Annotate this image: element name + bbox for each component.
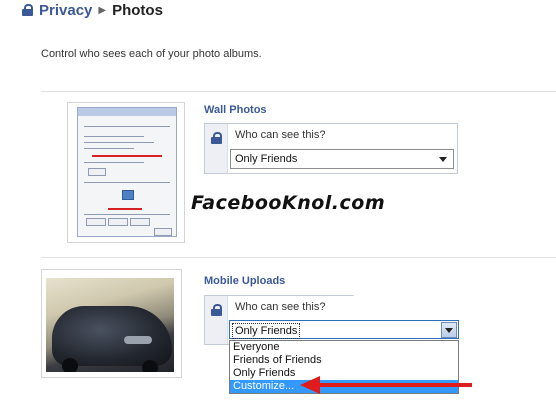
privacy-question-label: Who can see this?	[235, 301, 326, 313]
dropdown-option-friends-of-friends[interactable]: Friends of Friends	[230, 354, 458, 367]
privacy-select-value: Only Friends	[235, 153, 298, 165]
breadcrumb-arrow-icon: ▶	[98, 4, 107, 16]
lock-icon	[22, 4, 33, 16]
album-title-wall-photos[interactable]: Wall Photos	[204, 104, 267, 116]
page-description: Control who sees each of your photo albu…	[41, 48, 262, 60]
lock-icon	[211, 132, 222, 144]
dropdown-button[interactable]	[441, 322, 457, 338]
dropdown-option-everyone[interactable]: Everyone	[230, 341, 458, 354]
album-cover-image	[46, 278, 174, 372]
lock-icon	[211, 304, 222, 316]
album-thumbnail-mobile-uploads[interactable]	[41, 269, 182, 378]
page-title: Photos	[112, 1, 163, 19]
privacy-select-mobile-uploads[interactable]: Only Friends	[229, 320, 459, 339]
chevron-down-icon	[439, 157, 447, 162]
red-arrow-annotation	[300, 376, 472, 394]
divider	[41, 91, 556, 92]
album-cover-image	[77, 107, 177, 237]
privacy-setting-wall-photos: Who can see this? Only Friends	[204, 123, 458, 174]
breadcrumb-privacy-link[interactable]: Privacy	[39, 2, 92, 19]
privacy-select-wall-photos[interactable]: Only Friends	[230, 149, 454, 169]
chevron-down-icon	[445, 328, 453, 333]
watermark-text: FacebooKnol.com	[191, 192, 386, 214]
album-title-mobile-uploads[interactable]: Mobile Uploads	[204, 275, 285, 287]
album-thumbnail-wall-photos[interactable]	[67, 102, 185, 243]
breadcrumb: Privacy ▶ Photos	[22, 0, 163, 20]
privacy-question-label: Who can see this?	[235, 129, 326, 141]
privacy-select-value: Only Friends	[232, 323, 301, 339]
divider	[41, 257, 556, 258]
